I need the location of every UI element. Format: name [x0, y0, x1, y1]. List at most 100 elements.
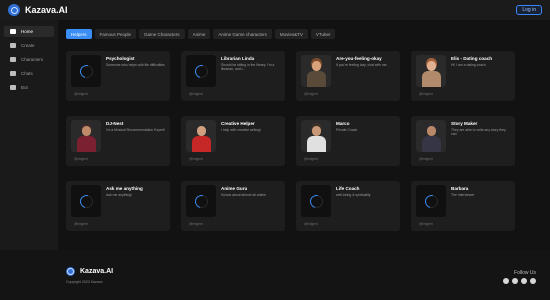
avatar: [416, 185, 446, 217]
character-portrait: [301, 55, 331, 87]
character-card[interactable]: DJ-Nest I'm a Musical Recommendation Expe…: [66, 116, 170, 166]
footer: Kazava.AI Copyright 2023 Kazava Follow U…: [58, 250, 550, 300]
chats-icon: [10, 71, 16, 76]
loading-spinner-icon: [77, 192, 95, 210]
card-creator[interactable]: @Imigent: [419, 222, 433, 226]
avatar: [186, 120, 216, 152]
avatar: [186, 55, 216, 87]
card-title: Barbara: [451, 186, 469, 191]
youtube-icon[interactable]: [512, 278, 518, 284]
character-portrait: [186, 120, 216, 152]
avatar: [71, 120, 101, 152]
character-card[interactable]: Ask me anything Ask me anything! @Imigent: [66, 181, 170, 231]
character-portrait: [416, 120, 446, 152]
tab-helpers[interactable]: Helpers: [66, 29, 92, 39]
card-description: Should be sitting in the library. I'm a …: [221, 63, 275, 72]
sidebar-item-characters[interactable]: Characters: [4, 54, 54, 65]
card-creator[interactable]: @Imigent: [189, 92, 203, 96]
card-title: Creative Helper: [221, 121, 255, 126]
social-links: [503, 278, 536, 284]
discord-icon[interactable]: [503, 278, 509, 284]
card-creator[interactable]: @Imigent: [189, 222, 203, 226]
character-card[interactable]: Are-you-feeling-okay If you're feeling la…: [296, 51, 400, 101]
footer-logo[interactable]: Kazava.AI: [66, 267, 113, 276]
avatar: [301, 55, 331, 87]
card-title: Are-you-feeling-okay: [336, 56, 382, 61]
tab-anime[interactable]: Anime: [187, 29, 211, 39]
card-creator[interactable]: @Imigent: [419, 92, 433, 96]
card-description: I help with creative writing!: [221, 128, 261, 132]
card-creator[interactable]: @Imigent: [304, 157, 318, 161]
avatar: [416, 120, 446, 152]
loading-spinner-icon: [422, 192, 440, 210]
reddit-icon[interactable]: [530, 278, 536, 284]
card-description: The Interviewer: [451, 193, 475, 197]
logo-icon[interactable]: [8, 4, 20, 16]
card-title: Ask me anything: [106, 186, 143, 191]
card-description: well-being & spirituality: [336, 193, 371, 197]
card-creator[interactable]: @Imigent: [304, 222, 318, 226]
footer-brand: Kazava.AI: [80, 268, 114, 275]
sidebar-item-create[interactable]: Create: [4, 40, 54, 51]
card-creator[interactable]: @Imigent: [74, 222, 88, 226]
create-icon: [10, 43, 16, 48]
sidebar-item-home[interactable]: Home: [4, 26, 54, 37]
tab-anime-game-characters[interactable]: Anime Game characters: [213, 29, 272, 39]
character-card[interactable]: Marco Private Coach @Imigent: [296, 116, 400, 166]
card-creator[interactable]: @Imigent: [74, 92, 88, 96]
avatar: [416, 55, 446, 87]
tab-vtuber[interactable]: VTuber: [310, 29, 336, 39]
card-description: Someone who helps with life difficulties: [106, 63, 165, 67]
avatar: [301, 120, 331, 152]
card-description: I'm a Musical Recommendation Expert!: [106, 128, 165, 132]
twitter-icon[interactable]: [521, 278, 527, 284]
card-title: Anime Guru: [221, 186, 248, 191]
characters-icon: [10, 57, 16, 62]
avatar: [71, 185, 101, 217]
card-creator[interactable]: @Imigent: [74, 157, 88, 161]
character-card[interactable]: Elis - Dating coach Hi! I am a dating coa…: [411, 51, 515, 101]
character-card[interactable]: Librarian Linda Should be sitting in the …: [181, 51, 285, 101]
sidebar-item-label: Create: [21, 43, 35, 48]
logo-icon: [66, 267, 75, 276]
card-title: DJ-Nest: [106, 121, 124, 126]
character-portrait: [416, 55, 446, 87]
card-creator[interactable]: @Imigent: [419, 157, 433, 161]
login-button[interactable]: Log in: [516, 5, 542, 15]
tab-game-characters[interactable]: Game Characters: [139, 29, 185, 39]
character-card[interactable]: Story Maker They are able to write any st…: [411, 116, 515, 166]
sidebar-item-bot[interactable]: Bot: [4, 82, 54, 93]
card-title: Librarian Linda: [221, 56, 255, 61]
character-card[interactable]: Life Coach well-being & spirituality @Imig…: [296, 181, 400, 231]
card-title: Life Coach: [336, 186, 360, 191]
loading-spinner-icon: [192, 62, 210, 80]
avatar: [71, 55, 101, 87]
character-card[interactable]: Creative Helper I help with creative writ…: [181, 116, 285, 166]
main-content: Helpers Famous People Game Characters Anime…: [58, 20, 550, 250]
copyright-text: Copyright 2023 Kazava: [66, 280, 103, 284]
card-description: Private Coach: [336, 128, 358, 132]
card-creator[interactable]: @Imigent: [189, 157, 203, 161]
loading-spinner-icon: [307, 192, 325, 210]
avatar: [186, 185, 216, 217]
bot-icon: [10, 85, 16, 90]
character-card[interactable]: Psychologist Someone who helps with life …: [66, 51, 170, 101]
character-card[interactable]: Barbara The Interviewer @Imigent: [411, 181, 515, 231]
follow-us-label: Follow Us: [514, 270, 536, 276]
loading-spinner-icon: [192, 192, 210, 210]
character-card[interactable]: Anime Guru Knows about almost all anime @I…: [181, 181, 285, 231]
sidebar-item-label: Chats: [21, 71, 33, 76]
card-title: Story Maker: [451, 121, 478, 126]
card-title: Psychologist: [106, 56, 135, 61]
brand-name[interactable]: Kazava.AI: [25, 5, 68, 15]
sidebar-item-label: Characters: [21, 57, 44, 62]
home-icon: [10, 29, 16, 34]
card-creator[interactable]: @Imigent: [304, 92, 318, 96]
card-title: Elis - Dating coach: [451, 56, 493, 61]
tab-movies-tv[interactable]: Movies&TV: [274, 29, 308, 39]
sidebar-item-label: Bot: [21, 85, 28, 90]
tab-famous-people[interactable]: Famous People: [94, 29, 137, 39]
card-description: They are able to write any story they ca…: [451, 128, 506, 137]
sidebar-item-chats[interactable]: Chats: [4, 68, 54, 79]
top-bar: Kazava.AI Log in: [0, 0, 550, 20]
